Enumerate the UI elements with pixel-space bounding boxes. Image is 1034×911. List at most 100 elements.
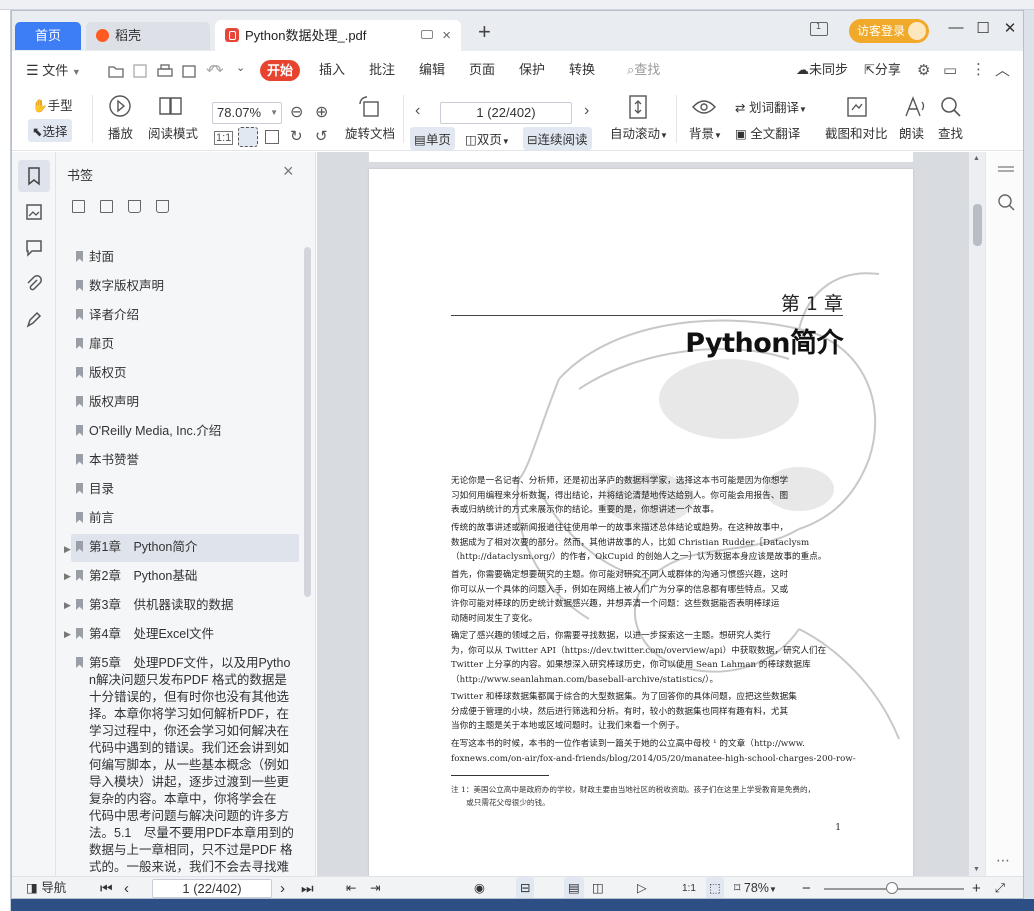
bookmark-item[interactable]: 扉页 xyxy=(71,336,299,353)
more-options-icon[interactable]: ⋯ xyxy=(996,852,1010,869)
menu-protect[interactable]: 保护 xyxy=(519,51,545,89)
first-page-icon[interactable]: ⏮ xyxy=(100,877,113,898)
zoom-select-status[interactable]: ⌑ 78%▼ xyxy=(734,877,777,898)
zoom-slider-knob[interactable] xyxy=(886,882,899,894)
bookmark-item[interactable]: 本书赞誉 xyxy=(71,452,299,469)
file-menu[interactable]: ☰ 文件 ▼ xyxy=(26,51,81,89)
login-button[interactable]: 访客登录 xyxy=(849,19,929,43)
options-icon[interactable]: 1 xyxy=(810,21,828,36)
bookmark-item[interactable]: 版权页 xyxy=(71,365,299,382)
more-icon[interactable]: ⋮ xyxy=(971,60,986,78)
read-mode-label[interactable]: 阅读模式 xyxy=(148,123,198,142)
rotate-document-label[interactable]: 旋转文档 xyxy=(345,123,395,142)
prev-page-icon[interactable]: ‹ xyxy=(124,877,129,898)
actual-size-icon[interactable]: 1:1 xyxy=(214,131,234,145)
full-translate-button[interactable]: ▣ 全文翻译 xyxy=(735,123,800,142)
eye-mode-icon[interactable]: ◉ xyxy=(474,877,485,898)
zoom-out-button[interactable]: − xyxy=(802,877,811,898)
menu-insert[interactable]: 插入 xyxy=(319,51,345,89)
bookmark-flag-icon[interactable] xyxy=(128,200,141,213)
status-page-input[interactable]: 1 (22/402) xyxy=(152,879,272,898)
fullscreen-icon[interactable]: ⤢ xyxy=(995,877,1005,898)
eye-icon[interactable] xyxy=(691,97,717,115)
tab-home[interactable]: 首页 xyxy=(15,22,81,50)
bookmark-item[interactable]: 前言 xyxy=(71,510,299,527)
scroll-up-icon[interactable]: ▲ xyxy=(973,155,980,162)
play-mode-icon[interactable]: ▷ xyxy=(637,877,647,898)
play-icon[interactable] xyxy=(108,94,132,118)
crop-compare-icon[interactable] xyxy=(844,94,870,120)
continuous-read-button[interactable]: ⊟连续阅读 xyxy=(523,127,592,150)
nav-toggle[interactable]: ◨ 导航 xyxy=(26,877,66,898)
bookmark-item[interactable]: 译者介绍 xyxy=(71,307,299,324)
menu-page[interactable]: 页面 xyxy=(469,51,495,89)
attachment-icon[interactable] xyxy=(24,274,44,294)
scrollbar-thumb[interactable] xyxy=(973,204,982,246)
read-aloud-icon[interactable] xyxy=(901,94,927,120)
page-input[interactable]: 1 (22/402) xyxy=(440,102,572,124)
fit-page-icon[interactable]: ⬚ xyxy=(706,877,724,898)
bookmark-item[interactable]: ▶ 第3章 供机器读取的数据 xyxy=(64,597,299,614)
thumbnail-icon[interactable] xyxy=(24,202,44,222)
menu-convert[interactable]: 转换 xyxy=(569,51,595,89)
hand-tool[interactable]: ✋手型 xyxy=(32,95,73,114)
fit-width-icon[interactable] xyxy=(265,130,279,144)
add-child-bookmark-icon[interactable] xyxy=(100,200,113,213)
bookmark-item[interactable]: ▶ 第4章 处理Excel文件 xyxy=(64,626,299,643)
fit-page-icon[interactable] xyxy=(238,127,258,147)
redo-icon[interactable]: ↷ xyxy=(211,61,224,79)
expand-arrow-icon[interactable]: ▶ xyxy=(64,597,71,614)
close-window-button[interactable]: ✕ xyxy=(1000,19,1020,37)
find-label[interactable]: 查找 xyxy=(938,123,963,142)
bookmark-item[interactable]: 数字版权声明 xyxy=(71,278,299,295)
print-icon[interactable] xyxy=(156,63,174,79)
bookmark-item[interactable]: 封面 xyxy=(71,249,299,266)
minimize-button[interactable]: — xyxy=(946,19,966,36)
back-icon[interactable]: ⇤ xyxy=(346,877,356,898)
actual-size-button[interactable]: 1:1 xyxy=(682,877,696,898)
new-tab-button[interactable]: + xyxy=(478,19,491,45)
read-mode-icon[interactable] xyxy=(158,95,184,117)
next-page-icon[interactable]: › xyxy=(584,102,589,120)
export-icon[interactable] xyxy=(181,63,199,79)
zoom-in-button[interactable]: + xyxy=(972,877,981,898)
bookmark-item[interactable]: 版权声明 xyxy=(71,394,299,411)
bookmark-item[interactable]: 目录 xyxy=(71,481,299,498)
background-button[interactable]: 背景▼ xyxy=(689,123,722,142)
menu-edit[interactable]: 编辑 xyxy=(419,51,445,89)
bookmark-item-chapter5[interactable]: ▶ 第5章 处理PDF文件，以及用Python解决问题只发布PDF 格式的数据是… xyxy=(71,655,299,876)
bookmark-item[interactable]: O'Reilly Media, Inc.介绍 xyxy=(71,423,299,440)
word-translate-button[interactable]: ⇄ 划词翻译▼ xyxy=(735,97,807,116)
bookmark-icon[interactable] xyxy=(24,166,44,186)
menu-annotate[interactable]: 批注 xyxy=(369,51,395,89)
tab-document[interactable]: Python数据处理_.pdf × xyxy=(215,20,461,51)
panel-handle-icon[interactable] xyxy=(998,166,1014,168)
double-mode-icon[interactable]: ◫ xyxy=(592,877,604,898)
menu-start[interactable]: 开始 xyxy=(260,60,300,81)
ai-search-icon[interactable] xyxy=(996,192,1016,212)
zoom-select[interactable]: 78.07% ▼ xyxy=(212,102,282,124)
single-page-button[interactable]: ▤单页 xyxy=(410,127,455,150)
comment-icon[interactable] xyxy=(24,238,44,258)
forward-icon[interactable]: ⇥ xyxy=(370,877,380,898)
expand-arrow-icon[interactable]: ▶ xyxy=(64,541,71,558)
read-aloud-label[interactable]: 朗读 xyxy=(899,123,924,142)
document-scrollbar[interactable]: ▲ ▼ xyxy=(969,152,985,876)
auto-scroll-icon[interactable] xyxy=(626,93,650,121)
share-button[interactable]: ⇱分享 xyxy=(864,51,901,89)
sync-status[interactable]: ☁未同步 xyxy=(796,51,848,89)
select-tool[interactable]: ⬉选择 xyxy=(28,119,72,142)
find-icon[interactable] xyxy=(938,94,964,120)
continuous-mode-icon[interactable]: ⊟ xyxy=(516,877,535,898)
crop-compare-label[interactable]: 截图和对比 xyxy=(825,123,888,142)
signature-icon[interactable] xyxy=(24,310,44,330)
scroll-down-icon[interactable]: ▼ xyxy=(973,866,980,873)
zoom-out-icon[interactable]: ⊖ xyxy=(290,102,303,122)
comment-icon[interactable]: ▭ xyxy=(943,61,957,79)
collapse-ribbon-icon[interactable]: ︿ xyxy=(995,59,1010,80)
settings-icon[interactable]: ⚙ xyxy=(917,61,930,79)
expand-arrow-icon[interactable]: ▶ xyxy=(64,568,71,585)
quick-access-chevron-icon[interactable]: ⌄ xyxy=(236,61,245,74)
add-bookmark-icon[interactable] xyxy=(72,200,85,213)
play-label[interactable]: 播放 xyxy=(108,123,133,142)
